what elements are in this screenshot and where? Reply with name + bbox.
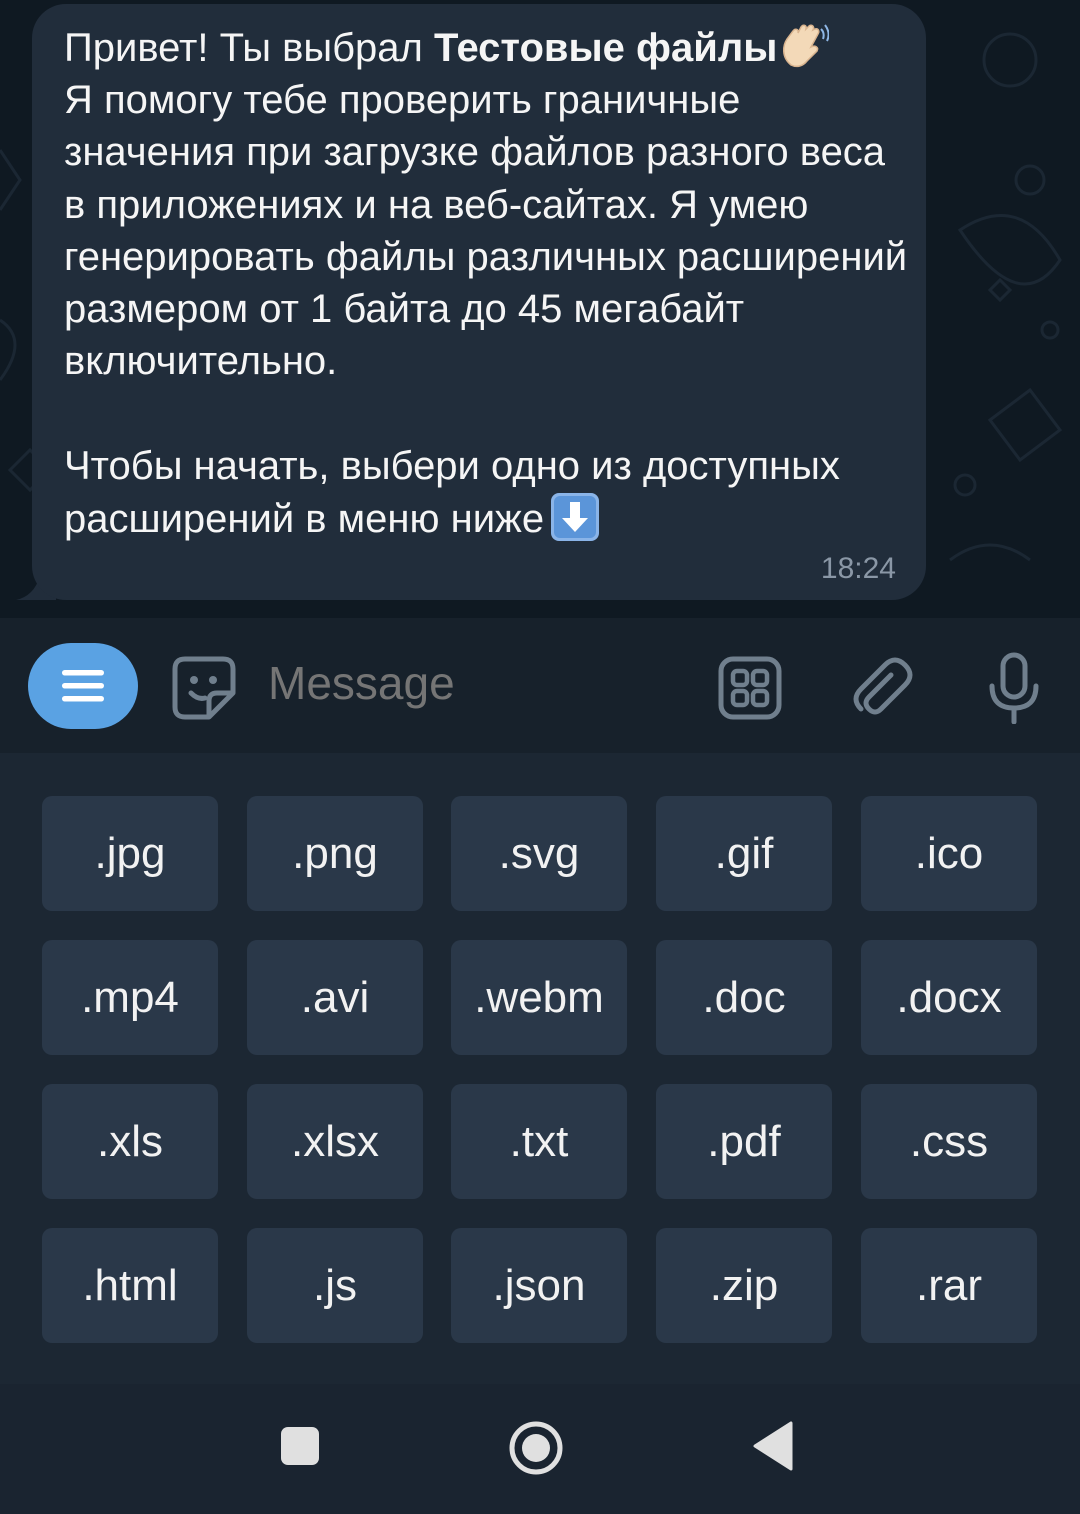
- keyboard-button-json[interactable]: .json: [451, 1228, 627, 1343]
- keyboard-button-gif[interactable]: .gif: [656, 796, 832, 911]
- keyboard-button-doc[interactable]: .doc: [656, 940, 832, 1055]
- keyboard-button-pdf[interactable]: .pdf: [656, 1084, 832, 1199]
- keyboard-button-docx[interactable]: .docx: [861, 940, 1037, 1055]
- keyboard-button-css[interactable]: .css: [861, 1084, 1037, 1199]
- sticker-smile-icon: [172, 656, 236, 720]
- waving-hand-icon: [783, 24, 830, 68]
- back-button[interactable]: [742, 1414, 802, 1478]
- down-arrow-icon: [551, 492, 600, 541]
- keyboard-button-mp4[interactable]: .mp4: [42, 940, 218, 1055]
- keyboard-button-rar[interactable]: .rar: [861, 1228, 1037, 1343]
- bot-reply-keyboard: .jpg .png .svg .gif .ico .mp4 .avi .webm…: [0, 753, 1080, 1384]
- message-body-text: Я помогу тебе проверить граничные значен…: [64, 78, 908, 384]
- keyboard-button-js[interactable]: .js: [247, 1228, 423, 1343]
- selected-mode-text: Тестовые файлы: [434, 26, 778, 70]
- circle-icon: [509, 1421, 563, 1475]
- message-timestamp: 18:24: [820, 552, 896, 585]
- system-navigation-bar: [0, 1384, 1080, 1514]
- keyboard-button-avi[interactable]: .avi: [247, 940, 423, 1055]
- bot-keyboard-toggle[interactable]: [716, 652, 784, 724]
- attach-button[interactable]: [848, 652, 916, 724]
- microphone-icon: [989, 652, 1039, 724]
- message-input[interactable]: [268, 656, 688, 710]
- paperclip-icon: [853, 657, 913, 715]
- keyboard-button-ico[interactable]: .ico: [861, 796, 1037, 911]
- bot-message-text: Привет! Ты выбрал Тестовые файлы Я помог…: [64, 22, 914, 545]
- sticker-button[interactable]: [168, 652, 240, 724]
- greeting-text: Привет! Ты выбрал: [64, 26, 434, 70]
- triangle-back-icon: [753, 1421, 793, 1471]
- keyboard-button-xlsx[interactable]: .xlsx: [247, 1084, 423, 1199]
- bot-keyboard-icon: [718, 656, 782, 720]
- keyboard-button-webm[interactable]: .webm: [451, 940, 627, 1055]
- bot-menu-button[interactable]: [28, 643, 138, 729]
- chat-area[interactable]: Привет! Ты выбрал Тестовые файлы Я помог…: [0, 0, 1080, 618]
- voice-message-button[interactable]: [980, 648, 1048, 728]
- message-input-bar: [0, 618, 1080, 753]
- telegram-chat-screen: Привет! Ты выбрал Тестовые файлы Я помог…: [0, 0, 1080, 1514]
- keyboard-button-svg[interactable]: .svg: [451, 796, 627, 911]
- keyboard-button-jpg[interactable]: .jpg: [42, 796, 218, 911]
- menu-lines-icon: [62, 670, 104, 702]
- recents-button[interactable]: [270, 1414, 330, 1478]
- keyboard-button-txt[interactable]: .txt: [451, 1084, 627, 1199]
- keyboard-button-zip[interactable]: .zip: [656, 1228, 832, 1343]
- keyboard-button-png[interactable]: .png: [247, 796, 423, 911]
- square-icon: [281, 1427, 319, 1465]
- call-to-action-text: Чтобы начать, выбери одно из доступных р…: [64, 443, 840, 541]
- keyboard-button-html[interactable]: .html: [42, 1228, 218, 1343]
- home-button[interactable]: [500, 1412, 572, 1484]
- keyboard-button-xls[interactable]: .xls: [42, 1084, 218, 1199]
